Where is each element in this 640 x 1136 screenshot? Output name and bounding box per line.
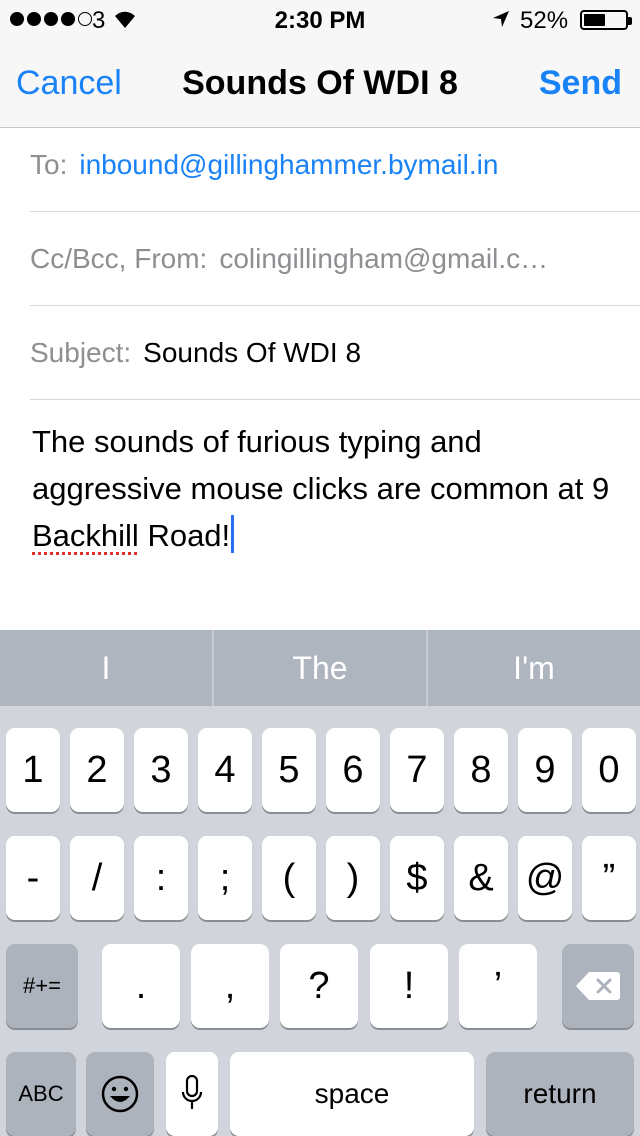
key-2[interactable]: 2 bbox=[70, 728, 124, 812]
key-1[interactable]: 1 bbox=[6, 728, 60, 812]
emoji-key[interactable] bbox=[86, 1052, 154, 1136]
to-field[interactable]: To: inbound@gillinghammer.bymail.in bbox=[30, 118, 640, 212]
to-recipient[interactable]: inbound@gillinghammer.bymail.in bbox=[79, 149, 498, 181]
key-semicolon[interactable]: ; bbox=[198, 836, 252, 920]
key-exclamation[interactable]: ! bbox=[370, 944, 448, 1028]
return-key[interactable]: return bbox=[486, 1052, 634, 1136]
key-ampersand[interactable]: & bbox=[454, 836, 508, 920]
battery-icon bbox=[580, 10, 632, 30]
abc-key[interactable]: ABC bbox=[6, 1052, 76, 1136]
text-cursor bbox=[231, 515, 235, 553]
status-bar: 3 2:30 PM 52% bbox=[0, 0, 640, 40]
subject-input[interactable]: Sounds Of WDI 8 bbox=[143, 337, 361, 369]
key-5[interactable]: 5 bbox=[262, 728, 316, 812]
cancel-button[interactable]: Cancel bbox=[16, 64, 122, 103]
key-9[interactable]: 9 bbox=[518, 728, 572, 812]
to-label: To: bbox=[30, 148, 68, 180]
from-address[interactable]: colingillingham@gmail.c… bbox=[219, 243, 548, 275]
key-question[interactable]: ? bbox=[280, 944, 358, 1028]
key-colon[interactable]: : bbox=[134, 836, 188, 920]
suggestion-2[interactable]: The bbox=[212, 630, 426, 706]
suggestion-3[interactable]: I'm bbox=[426, 630, 640, 706]
key-open-paren[interactable]: ( bbox=[262, 836, 316, 920]
backspace-icon bbox=[576, 972, 620, 1000]
key-period[interactable]: . bbox=[102, 944, 180, 1028]
microphone-icon bbox=[181, 1074, 203, 1109]
key-8[interactable]: 8 bbox=[454, 728, 508, 812]
subject-label: Subject: bbox=[30, 336, 132, 368]
emoji-icon bbox=[101, 1075, 139, 1113]
navigation-bar: 3 2:30 PM 52% Cancel Sounds Of WDI 8 Sen… bbox=[0, 0, 640, 128]
body-text-end: Road! bbox=[138, 518, 231, 553]
key-3[interactable]: 3 bbox=[134, 728, 188, 812]
key-7[interactable]: 7 bbox=[390, 728, 444, 812]
key-slash[interactable]: / bbox=[70, 836, 124, 920]
key-close-paren[interactable]: ) bbox=[326, 836, 380, 920]
cc-bcc-from-field[interactable]: Cc/Bcc, From: colingillingham@gmail.c… bbox=[30, 212, 640, 306]
location-arrow-icon bbox=[493, 11, 509, 27]
space-key[interactable]: space bbox=[230, 1052, 474, 1136]
subject-field[interactable]: Subject: Sounds Of WDI 8 bbox=[30, 306, 640, 400]
predictive-suggestions-bar: I The I'm bbox=[0, 630, 640, 706]
misspelled-word[interactable]: Backhill bbox=[32, 518, 139, 553]
more-symbols-key[interactable]: #+= bbox=[6, 944, 78, 1028]
key-4[interactable]: 4 bbox=[198, 728, 252, 812]
key-at[interactable]: @ bbox=[518, 836, 572, 920]
key-apostrophe[interactable]: ’ bbox=[459, 944, 537, 1028]
body-text: The sounds of furious typing and aggress… bbox=[32, 424, 610, 506]
key-hyphen[interactable]: - bbox=[6, 836, 60, 920]
key-6[interactable]: 6 bbox=[326, 728, 380, 812]
key-dollar[interactable]: $ bbox=[390, 836, 444, 920]
keyboard: 1 2 3 4 5 6 7 8 9 0 - / : ; ( ) $ & @ ” … bbox=[0, 706, 640, 1136]
cc-bcc-from-label: Cc/Bcc, From: bbox=[30, 242, 208, 274]
suggestion-1[interactable]: I bbox=[0, 630, 212, 706]
dictation-key[interactable] bbox=[166, 1052, 218, 1136]
key-quote[interactable]: ” bbox=[582, 836, 636, 920]
battery-percent: 52% bbox=[520, 7, 569, 34]
key-0[interactable]: 0 bbox=[582, 728, 636, 812]
delete-key[interactable] bbox=[562, 944, 634, 1028]
message-body[interactable]: The sounds of furious typing and aggress… bbox=[32, 418, 622, 559]
send-button[interactable]: Send bbox=[539, 64, 622, 103]
key-comma[interactable]: , bbox=[191, 944, 269, 1028]
